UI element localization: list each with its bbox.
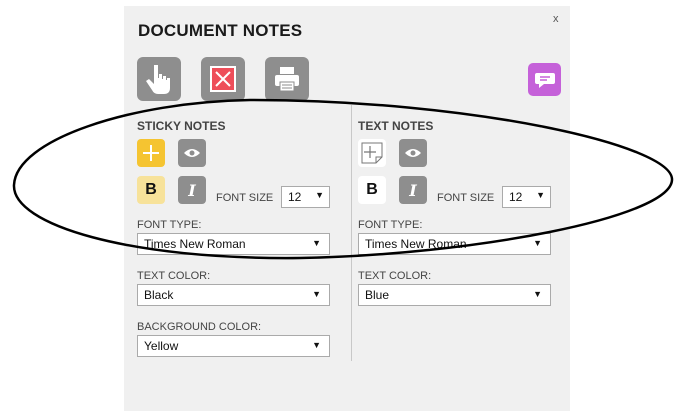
sticky-bold-button[interactable]: B — [137, 176, 165, 204]
chevron-down-icon: ▼ — [312, 289, 321, 299]
sticky-font-size-label: FONT SIZE — [216, 192, 274, 204]
sticky-font-size-value: 12 — [288, 190, 302, 204]
chevron-down-icon: ▼ — [533, 289, 542, 299]
sticky-background-color-value: Yellow — [144, 339, 179, 353]
add-note-icon — [361, 142, 383, 164]
sticky-background-color-select[interactable]: Yellow ▼ — [137, 335, 330, 357]
delete-note-icon — [210, 66, 236, 92]
delete-note-button[interactable] — [201, 57, 245, 101]
text-font-type-select[interactable]: Times New Roman ▼ — [358, 233, 551, 255]
printer-icon — [275, 67, 299, 92]
sticky-font-type-select[interactable]: Times New Roman ▼ — [137, 233, 330, 255]
text-notes-title: TEXT NOTES — [358, 119, 434, 133]
select-tool-button[interactable] — [137, 57, 181, 101]
panel-title: DOCUMENT NOTES — [138, 21, 303, 40]
chevron-down-icon: ▼ — [533, 238, 542, 248]
text-italic-button[interactable]: I — [399, 176, 427, 204]
eye-icon — [405, 149, 421, 157]
sticky-font-type-label: FONT TYPE: — [137, 219, 202, 231]
plus-icon — [143, 145, 159, 161]
chevron-down-icon: ▼ — [536, 190, 545, 200]
toggle-text-visibility-button[interactable] — [399, 139, 427, 167]
sticky-text-color-select[interactable]: Black ▼ — [137, 284, 330, 306]
text-font-size-select[interactable]: 12 ▼ — [502, 186, 551, 208]
add-text-note-button[interactable] — [358, 139, 386, 167]
text-bold-button[interactable]: B — [358, 176, 386, 204]
sticky-text-color-label: TEXT COLOR: — [137, 270, 211, 282]
toggle-sticky-visibility-button[interactable] — [178, 139, 206, 167]
print-button[interactable] — [265, 57, 309, 101]
comment-button[interactable] — [528, 63, 561, 96]
sticky-background-color-label: BACKGROUND COLOR: — [137, 321, 262, 333]
sticky-text-color-value: Black — [144, 288, 174, 302]
close-button[interactable]: x — [553, 13, 559, 25]
chevron-down-icon: ▼ — [312, 238, 321, 248]
text-font-type-label: FONT TYPE: — [358, 219, 423, 231]
sticky-italic-button[interactable]: I — [178, 176, 206, 204]
sticky-notes-title: STICKY NOTES — [137, 119, 226, 133]
eye-icon — [184, 149, 200, 157]
add-sticky-note-button[interactable] — [137, 139, 165, 167]
text-text-color-value: Blue — [365, 288, 390, 302]
speech-bubble-icon — [534, 72, 555, 88]
chevron-down-icon: ▼ — [312, 340, 321, 350]
text-text-color-label: TEXT COLOR: — [358, 270, 432, 282]
sticky-font-type-value: Times New Roman — [144, 237, 246, 251]
text-font-type-value: Times New Roman — [365, 237, 467, 251]
sticky-font-size-select[interactable]: 12 ▼ — [281, 186, 330, 208]
document-notes-panel: DOCUMENT NOTES x STICKY NOTES B I FONT S… — [124, 6, 570, 411]
section-divider — [351, 105, 352, 361]
text-font-size-label: FONT SIZE — [437, 192, 495, 204]
text-text-color-select[interactable]: Blue ▼ — [358, 284, 551, 306]
text-font-size-value: 12 — [509, 190, 523, 204]
chevron-down-icon: ▼ — [315, 190, 324, 200]
hand-pointer-icon — [146, 65, 170, 94]
